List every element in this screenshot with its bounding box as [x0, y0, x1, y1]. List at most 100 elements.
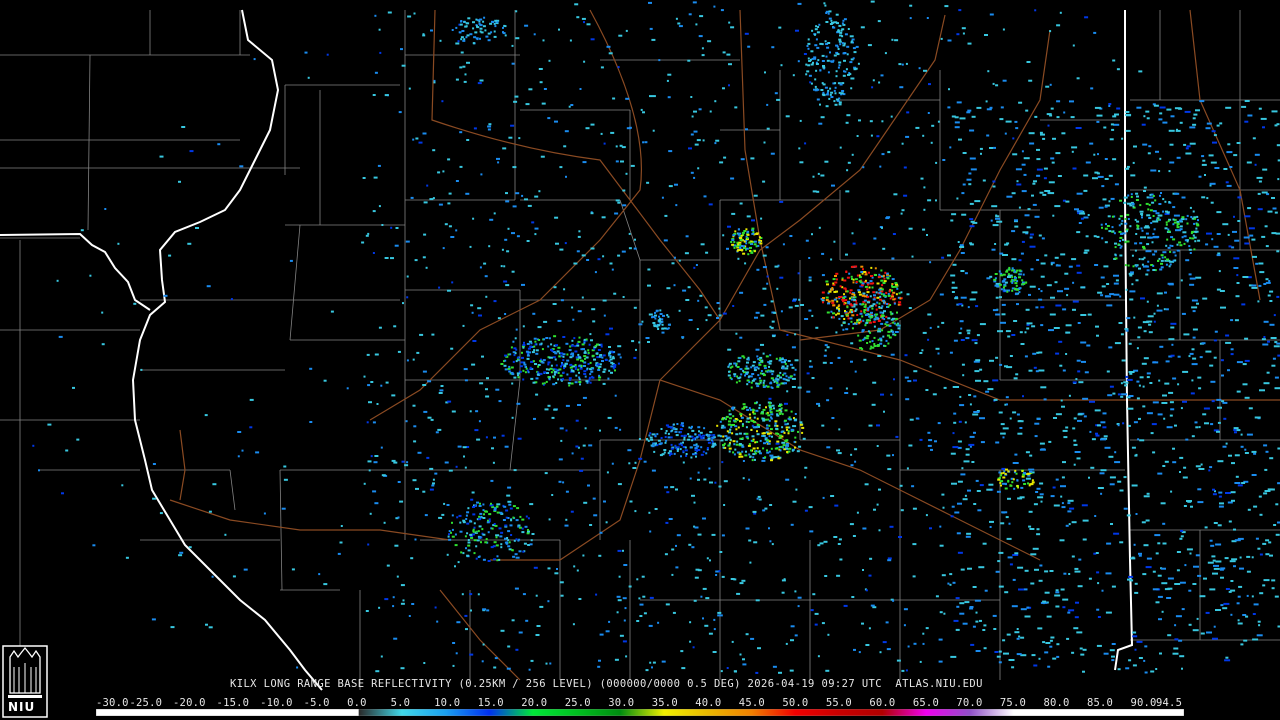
echo-pixel [845, 121, 849, 124]
echo-pixel [757, 367, 760, 370]
echo-pixel [762, 180, 766, 183]
echo-pixel [776, 413, 779, 416]
echo-pixel [1257, 620, 1261, 623]
echo-pixel [596, 365, 599, 368]
echo-pixel [451, 521, 453, 524]
echo-pixel [955, 628, 960, 631]
echo-pixel [490, 31, 493, 34]
echo-pixel [587, 349, 590, 352]
echo-pixel [477, 82, 482, 85]
echo-pixel [721, 424, 725, 427]
echo-pixel [379, 51, 382, 54]
echo-pixel [508, 541, 511, 544]
echo-pixel [374, 353, 379, 356]
echo-pixel [38, 469, 40, 472]
echo-pixel [506, 494, 511, 497]
echo-pixel [743, 356, 746, 359]
echo-pixel [905, 669, 908, 672]
echo-pixel [1192, 629, 1199, 632]
echo-pixel [730, 177, 735, 180]
echo-pixel [966, 329, 971, 332]
echo-pixel [1262, 584, 1266, 587]
colorbar-label: 10.0 [434, 697, 461, 709]
echo-pixel [458, 31, 461, 34]
echo-pixel [1096, 608, 1100, 611]
echo-pixel [1208, 154, 1214, 157]
echo-pixel [954, 511, 960, 514]
echo-pixel [784, 419, 787, 422]
echo-pixel [1117, 668, 1121, 671]
echo-pixel [938, 638, 943, 641]
echo-pixel [1172, 377, 1177, 380]
echo-pixel [1119, 254, 1123, 257]
echo-pixel [834, 103, 838, 106]
echo-pixel [590, 247, 595, 250]
echo-pixel [1016, 269, 1019, 272]
echo-pixel [852, 281, 855, 284]
echo-pixel [1023, 483, 1027, 485]
echo-pixel [836, 53, 840, 56]
echo-pixel [413, 440, 417, 443]
echo-pixel [596, 356, 600, 359]
echo-pixel [700, 243, 705, 246]
echo-pixel [947, 254, 951, 257]
echo-pixel [578, 378, 581, 381]
echo-pixel [1126, 240, 1130, 243]
echo-pixel [707, 314, 712, 317]
echo-pixel [871, 403, 876, 406]
echo-pixel [966, 178, 972, 181]
echo-pixel [852, 242, 856, 245]
echo-pixel [1034, 568, 1039, 571]
echo-pixel [1206, 232, 1212, 235]
echo-pixel [381, 474, 386, 477]
echo-pixel [590, 212, 594, 215]
echo-pixel [205, 623, 208, 626]
echo-pixel [1188, 245, 1191, 248]
echo-pixel [622, 597, 627, 600]
echo-pixel [837, 66, 840, 69]
echo-pixel [1096, 571, 1100, 574]
echo-pixel [787, 430, 790, 433]
echo-pixel [1209, 364, 1214, 367]
echo-pixel [1138, 552, 1142, 555]
echo-pixel [603, 142, 606, 145]
echo-pixel [519, 365, 523, 368]
echo-pixel [575, 374, 578, 377]
echo-pixel [845, 387, 848, 390]
echo-pixel [853, 298, 857, 301]
echo-pixel [847, 73, 850, 76]
echo-pixel [984, 34, 988, 36]
echo-pixel [510, 371, 514, 374]
echo-pixel [962, 498, 968, 501]
echo-pixel [995, 441, 1000, 444]
echo-pixel [745, 228, 748, 231]
echo-pixel [994, 651, 999, 653]
echo-pixel [893, 322, 896, 325]
echo-pixel [1020, 343, 1025, 345]
echo-pixel [455, 26, 458, 29]
echo-pixel [1207, 561, 1214, 564]
echo-pixel [479, 24, 483, 27]
echo-pixel [1011, 267, 1014, 270]
echo-pixel [957, 551, 963, 554]
echo-pixel [965, 535, 971, 538]
echo-pixel [677, 448, 680, 451]
echo-pixel [769, 504, 773, 506]
echo-pixel [846, 53, 849, 56]
echo-pixel [1084, 16, 1089, 19]
echo-pixel [614, 369, 616, 372]
echo-pixel [959, 117, 966, 120]
echo-pixel [1276, 123, 1280, 126]
echo-pixel [1089, 430, 1092, 433]
echo-pixel [863, 295, 867, 298]
echo-pixel [589, 373, 592, 376]
echo-pixel [375, 670, 380, 673]
echo-pixel [1040, 275, 1045, 278]
echo-pixel [1011, 289, 1014, 292]
echo-pixel [505, 200, 510, 203]
echo-pixel [1055, 152, 1061, 155]
echo-pixel [412, 404, 416, 407]
echo-pixel [1104, 227, 1108, 230]
echo-pixel [845, 253, 848, 256]
echo-pixel [854, 460, 857, 463]
